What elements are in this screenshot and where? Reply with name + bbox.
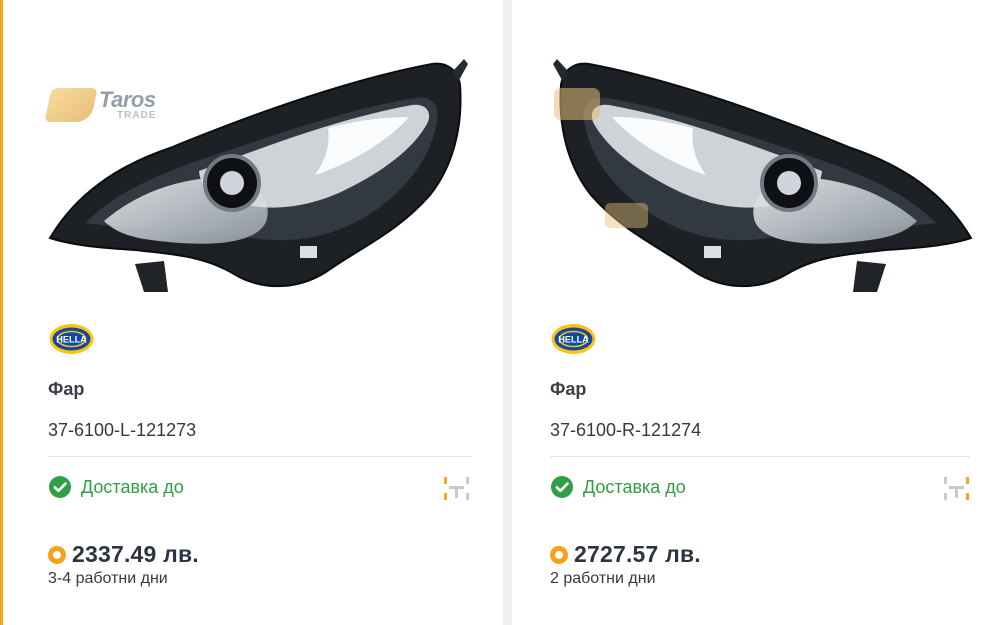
price-row: 2727.57 лв. <box>550 541 701 568</box>
delivery-time: 2 работни дни <box>550 570 656 587</box>
watermark-sub-text: TRADE <box>117 110 157 121</box>
brand-logo-label: HELLA <box>56 334 87 344</box>
headlight-image <box>553 59 973 292</box>
price-dot-icon <box>48 545 66 564</box>
price-value: 2337.49 лв. <box>72 541 199 567</box>
watermark-logo: Taros TRADE <box>44 87 157 122</box>
delivery-status: Доставка до <box>550 474 686 500</box>
product-image[interactable]: Taros TRADE <box>44 56 472 292</box>
compare-icon[interactable] <box>943 475 970 502</box>
brand-logo-label: HELLA <box>558 334 589 344</box>
product-grid: Taros TRADE HELLA Фар 37-6100-L-121273 Д… <box>0 0 1000 625</box>
delivery-status: Доставка до <box>48 474 184 500</box>
product-code: 37-6100-R-121274 <box>550 420 702 440</box>
product-image[interactable] <box>549 56 973 292</box>
product-card[interactable]: Taros TRADE HELLA Фар 37-6100-L-121273 Д… <box>3 0 503 625</box>
price-row: 2337.49 лв. <box>48 541 199 568</box>
divider <box>48 456 472 457</box>
check-circle-icon <box>551 476 573 498</box>
divider <box>550 456 970 457</box>
product-card[interactable]: HELLA Фар 37-6100-R-121274 Доставка до 2… <box>512 0 1000 625</box>
watermark-main-text: Taros <box>99 87 156 112</box>
delivery-label: Доставка до <box>583 476 686 497</box>
compare-icon[interactable] <box>443 475 470 502</box>
product-code: 37-6100-L-121273 <box>48 420 197 440</box>
delivery-time: 3-4 работни дни <box>48 570 168 587</box>
price-value: 2727.57 лв. <box>574 541 701 567</box>
check-circle-icon <box>49 476 71 498</box>
product-title[interactable]: Фар <box>48 379 84 399</box>
hella-logo: HELLA <box>551 324 596 354</box>
price-dot-icon <box>550 545 568 564</box>
product-title[interactable]: Фар <box>550 379 586 399</box>
delivery-label: Доставка до <box>81 476 184 497</box>
hella-logo: HELLA <box>49 324 94 354</box>
watermark-mark <box>44 88 98 122</box>
